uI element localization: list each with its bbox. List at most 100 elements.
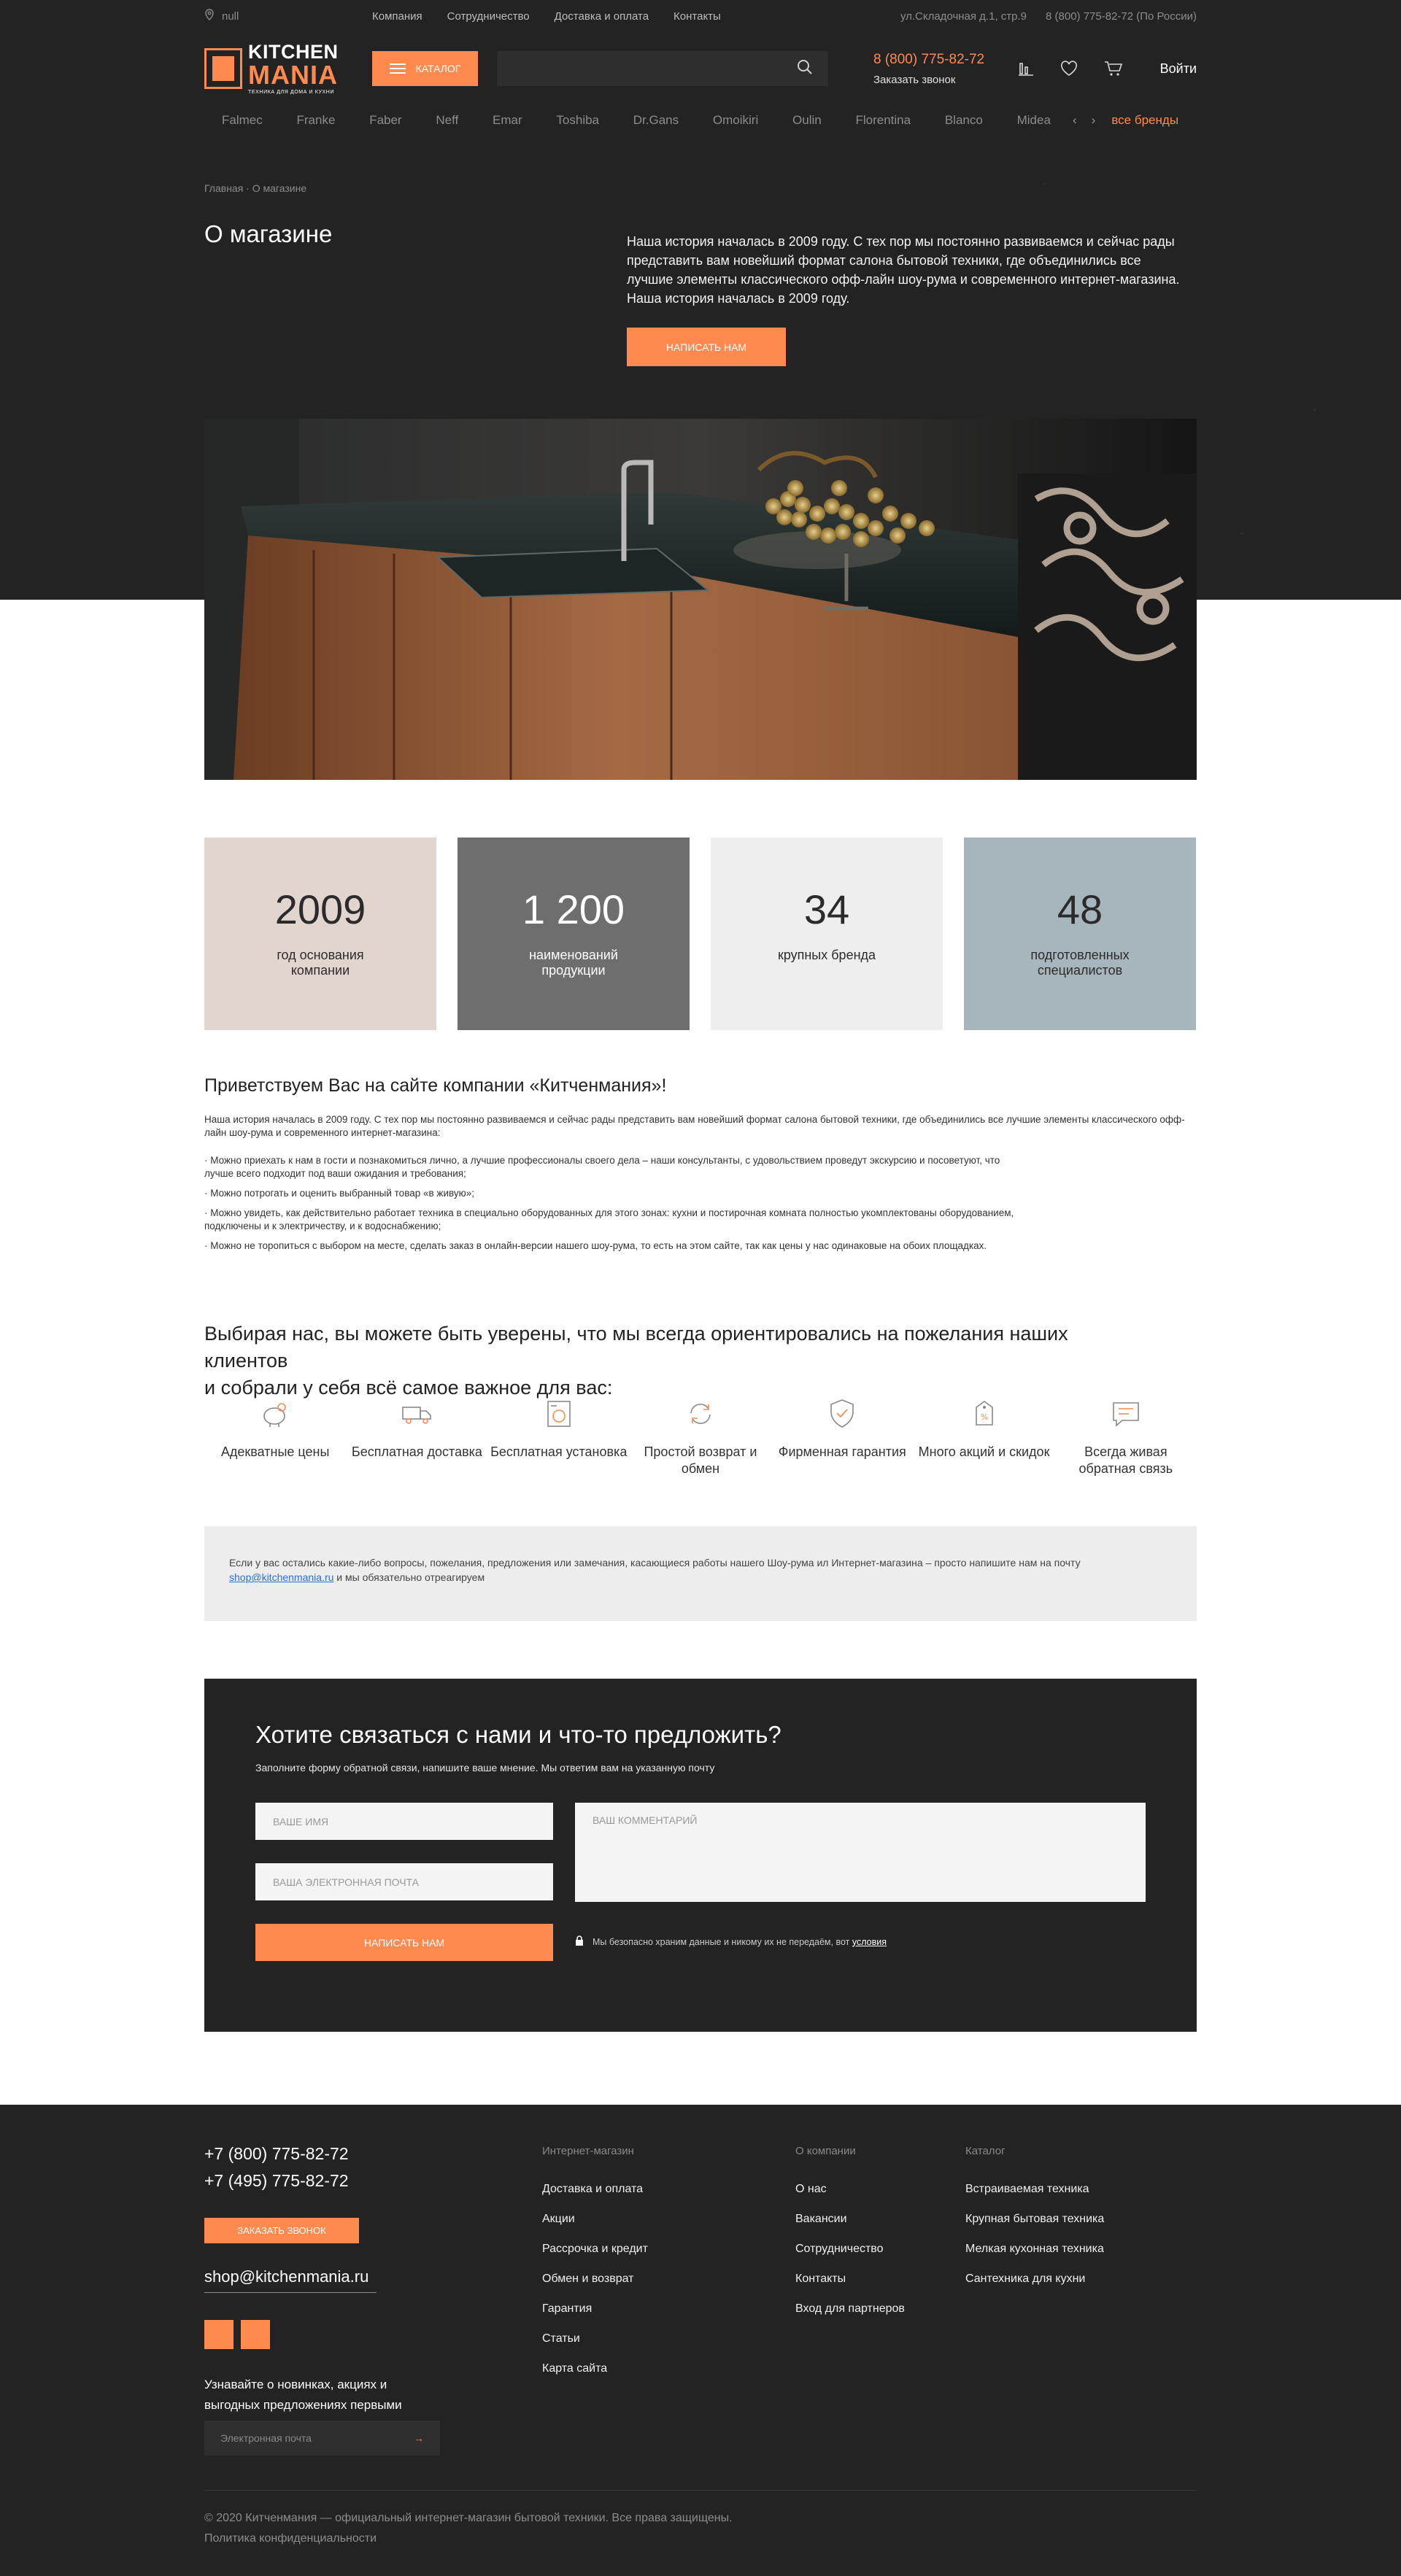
list-item: · Можно потрогать и оценить выбранный то… (204, 1188, 474, 1199)
top-contacts: ул.Складочная д.1, стр.9 8 (800) 775-82-… (900, 10, 1197, 23)
email-field[interactable]: ВАША ЭЛЕКТРОННАЯ ПОЧТА (255, 1863, 553, 1900)
footer-phone-1[interactable]: +7 (800) 775-82-72 (204, 2144, 349, 2164)
welcome-heading: Приветствуем Вас на сайте компании «Китч… (204, 1075, 667, 1096)
top-nav-contacts[interactable]: Контакты (674, 10, 721, 23)
brand-link[interactable]: Florentina (855, 113, 911, 128)
advantage-item: Бесплатная доставка (346, 1397, 487, 1477)
info-text: Если у вас остались какие-либо вопросы, … (229, 1557, 1081, 1569)
stat-value: 2009 (274, 886, 366, 932)
brand-link[interactable]: Oulin (792, 113, 822, 128)
footer-column-catalog: Каталог Встраиваемая техника Крупная быт… (965, 2145, 1104, 2302)
footer-column-company: О компании О нас Вакансии Сотрудничество… (795, 2145, 905, 2332)
brand-link[interactable]: Toshiba (556, 113, 599, 128)
footer-link[interactable]: Контакты (795, 2273, 905, 2286)
footer-link[interactable]: Крупная бытовая техника (965, 2213, 1104, 2226)
brand-link[interactable]: Blanco (945, 113, 983, 128)
arrow-right-icon[interactable]: → (414, 2432, 424, 2444)
search-icon[interactable] (796, 58, 814, 80)
kitchen-photo (204, 419, 1197, 780)
brand-link[interactable]: Dr.Gans (633, 113, 679, 128)
footer-link[interactable]: Встраиваемая техника (965, 2183, 1104, 2196)
callback-link[interactable]: Заказать звонок (873, 74, 1005, 86)
footer-link[interactable]: Вход для партнеров (795, 2302, 905, 2316)
logo-line1: KITCHEN (248, 41, 339, 63)
catalog-button-label: КАТАЛОГ (415, 63, 461, 74)
top-phone[interactable]: 8 (800) 775-82-72 (По России) (1046, 10, 1197, 23)
brands-next-icon[interactable]: › (1092, 113, 1096, 128)
write-us-button[interactable]: НАПИСАТЬ НАМ (627, 328, 786, 366)
footer-link[interactable]: Сотрудничество (795, 2243, 905, 2256)
site-logo[interactable]: KITCHEN MANIA ТЕХНИКА ДЛЯ ДОМА И КУХНИ (204, 42, 372, 95)
comment-field[interactable]: ВАШ КОММЕНТАРИЙ (575, 1803, 1146, 1902)
favorites-heart-icon[interactable] (1060, 61, 1078, 77)
brand-link[interactable]: Franke (297, 113, 336, 128)
all-brands-link[interactable]: все бренды (1111, 113, 1178, 128)
stat-card: 34 крупных бренда (711, 838, 943, 1030)
stat-label: год основания компании (277, 948, 364, 978)
stat-label: крупных бренда (777, 948, 876, 962)
footer-link[interactable]: О нас (795, 2183, 905, 2196)
breadcrumb[interactable]: Главная · О магазине (204, 182, 1197, 194)
login-button[interactable]: Войти (1160, 61, 1197, 77)
advantages-row: Адекватные цены Бесплатная доставка Бесп… (204, 1397, 1197, 1477)
advantage-item: Простой возврат и обмен (630, 1397, 771, 1477)
city-selector[interactable]: null (204, 9, 372, 23)
footer-column-heading: Интернет-магазин (542, 2145, 634, 2157)
footer-callback-button[interactable]: ЗАКАЗАТЬ ЗВОНОК (204, 2218, 359, 2243)
advantage-item: Адекватные цены (204, 1397, 346, 1477)
advantage-item: Всегда живая обратная связь (1055, 1397, 1197, 1477)
top-nav-cooperation[interactable]: Сотрудничество (447, 10, 530, 23)
welcome-list: · Можно приехать к нам в гости и познако… (204, 1154, 1029, 1259)
brands-prev-icon[interactable]: ‹ (1073, 113, 1077, 128)
advantage-label: Бесплатная установка (490, 1444, 628, 1459)
stats-row: 2009 год основания компании 1 200 наимен… (204, 838, 1197, 1030)
submit-button[interactable]: НАПИСАТЬ НАМ (255, 1924, 553, 1961)
store-address: ул.Складочная д.1, стр.9 (900, 9, 1027, 23)
chat-bubble-icon (1113, 1402, 1139, 1427)
footer-link[interactable]: Вакансии (795, 2213, 905, 2226)
top-nav: Компания Сотрудничество Доставка и оплат… (372, 10, 721, 23)
brand-link[interactable]: Faber (369, 113, 401, 128)
footer-link[interactable]: Рассрочка и кредит (542, 2243, 648, 2256)
brand-link[interactable]: Falmec (222, 113, 263, 128)
advantage-item: Бесплатная установка (488, 1397, 630, 1477)
catalog-button[interactable]: КАТАЛОГ (372, 51, 478, 86)
cart-icon[interactable] (1104, 61, 1123, 77)
hero-description: Наша история началась в 2009 году. С тех… (627, 234, 1180, 306)
newsletter-input[interactable]: Электронная почта → (204, 2421, 440, 2456)
header-icons (1018, 61, 1123, 77)
footer-link[interactable]: Акции (542, 2213, 648, 2226)
footer-link[interactable]: Карта сайта (542, 2362, 648, 2375)
warranty-shield-icon (830, 1399, 854, 1428)
header-phone[interactable]: 8 (800) 775-82-72 (873, 52, 1005, 68)
top-nav-company[interactable]: Компания (372, 10, 422, 23)
brand-link[interactable]: Midea (1017, 113, 1051, 128)
stat-value: 48 (1057, 886, 1103, 932)
search-input[interactable] (497, 51, 796, 86)
feedback-form: ВАШЕ ИМЯ ВАША ЭЛЕКТРОННАЯ ПОЧТА ВАШ КОММ… (255, 1803, 1146, 1963)
footer-email-link[interactable]: shop@kitchenmania.ru (204, 2267, 377, 2293)
footer-phone-2[interactable]: +7 (495) 775-82-72 (204, 2171, 349, 2191)
piggy-bank-icon (263, 1403, 286, 1427)
info-email-link[interactable]: shop@kitchenmania.ru (229, 1571, 333, 1583)
footer-link[interactable]: Сантехника для кухни (965, 2273, 1104, 2286)
top-nav-delivery[interactable]: Доставка и оплата (555, 10, 649, 23)
brand-link[interactable]: Omoikiri (713, 113, 758, 128)
brand-link[interactable]: Emar (493, 113, 522, 128)
footer-link[interactable]: Гарантия (542, 2302, 648, 2316)
privacy-terms-link[interactable]: условия (852, 1937, 887, 1947)
compare-icon[interactable] (1018, 61, 1034, 77)
social-icon[interactable] (204, 2320, 234, 2349)
brand-link[interactable]: Neff (436, 113, 458, 128)
discount-tag-icon: % (975, 1401, 993, 1426)
name-field[interactable]: ВАШЕ ИМЯ (255, 1803, 553, 1840)
social-icon[interactable] (241, 2320, 270, 2349)
advantages-heading: Выбирая нас, вы можете быть уверены, что… (204, 1320, 1080, 1401)
footer-link[interactable]: Обмен и возврат (542, 2273, 648, 2286)
footer-link[interactable]: Мелкая кухонная техника (965, 2243, 1104, 2256)
advantage-label: Много акций и скидок (918, 1444, 1050, 1459)
footer-link[interactable]: Статьи (542, 2332, 648, 2345)
privacy-policy-link[interactable]: Политика конфиденциальности (204, 2532, 377, 2545)
footer-link[interactable]: Доставка и оплата (542, 2183, 648, 2196)
svg-text:%: % (980, 1412, 987, 1422)
